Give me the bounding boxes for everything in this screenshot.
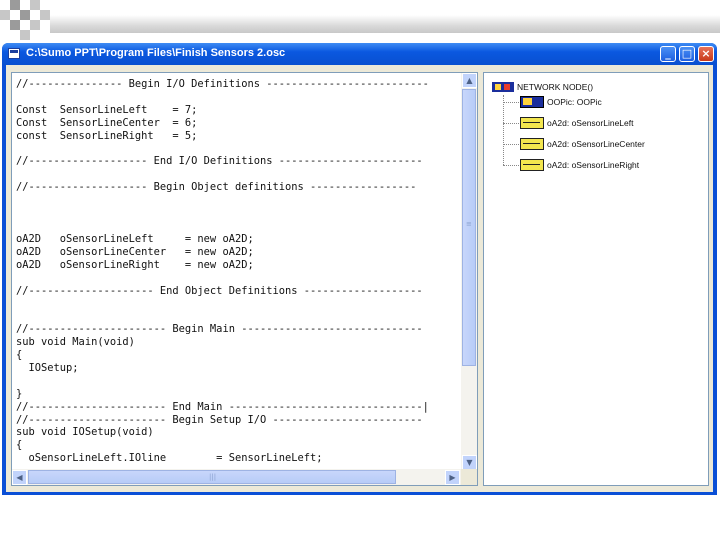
code-line: const SensorLineRight = 5; — [16, 129, 198, 142]
code-line: //--------------- Begin I/O Definitions … — [16, 78, 429, 90]
code-line: //------------------- End I/O Definition… — [16, 155, 423, 168]
scroll-down-button[interactable]: ▼ — [462, 455, 477, 470]
code-line: //-------------------- End Object Defini… — [16, 284, 423, 297]
tree-connector — [503, 123, 519, 124]
code-line: Const SensorLineLeft = 7; — [16, 103, 198, 116]
minimize-button[interactable]: _ — [660, 46, 676, 62]
object-tree[interactable]: NETWORK NODE() OOPic: OOPic oA2d: oSenso… — [483, 72, 709, 486]
code-line: //---------------------- Begin Main ----… — [16, 323, 423, 336]
scroll-up-button[interactable]: ▲ — [462, 73, 477, 88]
vertical-scrollbar[interactable]: ▲ ≡ ▼ — [461, 73, 477, 471]
code-line: //------------------- Begin Object defin… — [16, 181, 417, 194]
a2d-icon — [520, 116, 544, 130]
network-node-icon — [492, 79, 514, 95]
scroll-right-button[interactable]: ▶ — [445, 470, 460, 485]
tree-root-label: NETWORK NODE() — [517, 82, 594, 92]
window-client-area: //--------------- Begin I/O Definitions … — [6, 65, 713, 492]
code-line: oA2D oSensorLineLeft = new oA2D; — [16, 232, 254, 245]
editor-window: C:\Sumo PPT\Program Files\Finish Sensors… — [2, 43, 717, 495]
tree-connector — [503, 165, 519, 166]
tree-item-sensor-right[interactable]: oA2d: oSensorLineRight — [520, 157, 639, 173]
code-line: Const SensorLineCenter = 6; — [16, 116, 198, 129]
scroll-grip-icon: ≡ — [466, 220, 472, 228]
code-line: sub void Main(void) — [16, 336, 135, 349]
tree-item-label: oA2d: oSensorLineLeft — [547, 118, 634, 128]
application-icon[interactable] — [8, 48, 20, 59]
tree-item-label: oA2d: oSensorLineRight — [547, 160, 640, 170]
code-line: oA2D oSensorLineRight = new oA2D; — [16, 258, 254, 271]
a2d-icon — [520, 137, 544, 151]
scrollbar-corner — [461, 469, 477, 485]
tree-connector — [503, 95, 504, 165]
code-line: { — [16, 439, 23, 452]
close-button[interactable]: × — [698, 46, 714, 62]
tree-item-oopic[interactable]: OOPic: OOPic — [520, 94, 602, 110]
code-line: IOSetup; — [16, 361, 79, 374]
tree-item-label: OOPic: OOPic — [547, 97, 602, 107]
code-line: //---------------------- Begin Setup I/O… — [16, 413, 423, 426]
tree-item-sensor-left[interactable]: oA2d: oSensorLineLeft — [520, 115, 633, 131]
tree-item-sensor-center[interactable]: oA2d: oSensorLineCenter — [520, 136, 645, 152]
code-text[interactable]: //--------------- Begin I/O Definitions … — [16, 78, 458, 464]
tree-connector — [503, 144, 519, 145]
code-line: sub void IOSetup(void) — [16, 426, 154, 439]
tree-item-label: oA2d: oSensorLineCenter — [547, 139, 645, 149]
a2d-icon — [520, 158, 544, 172]
tree-connector — [503, 102, 519, 103]
code-line: oA2D oSensorLineCenter = new oA2D; — [16, 245, 254, 258]
horizontal-scroll-thumb[interactable]: ||| — [28, 470, 396, 484]
window-title: C:\Sumo PPT\Program Files\Finish Sensors… — [26, 47, 286, 59]
scroll-grip-icon: ||| — [209, 473, 217, 481]
vertical-scroll-thumb[interactable]: ≡ — [462, 89, 476, 366]
code-editor[interactable]: //--------------- Begin I/O Definitions … — [11, 72, 478, 486]
chip-icon — [520, 95, 544, 109]
maximize-button[interactable]: □ — [679, 46, 695, 62]
scroll-left-button[interactable]: ◀ — [12, 470, 27, 485]
code-line: } — [16, 387, 23, 400]
code-line: //---------------------- End Main ------… — [16, 400, 429, 413]
code-line: { — [16, 349, 23, 362]
title-bar[interactable]: C:\Sumo PPT\Program Files\Finish Sensors… — [2, 43, 717, 65]
code-line: oSensorLineLeft.IOline = SensorLineLeft; — [16, 452, 323, 464]
tree-root-node[interactable]: NETWORK NODE() — [492, 79, 593, 95]
horizontal-scrollbar[interactable]: ◀ ||| ▶ — [12, 469, 461, 485]
slide-header-bar — [50, 15, 720, 33]
